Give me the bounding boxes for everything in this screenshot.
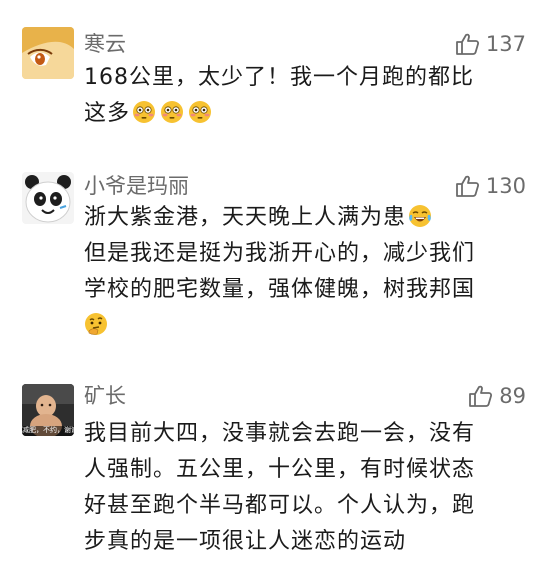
comment-line: 这多 [84, 101, 131, 126]
avatar[interactable] [22, 172, 74, 224]
comment-line: 浙大紫金港，天天晚上人满为患 [84, 205, 407, 230]
comment-line-with-emoji: 这多 [84, 96, 534, 132]
thumbs-up-icon [456, 175, 479, 197]
flushed-face-icon [133, 101, 156, 123]
avatar-caption: 减肥，不约，谢谢 [22, 426, 74, 434]
anime-avatar-icon [22, 27, 74, 79]
avatar[interactable] [22, 27, 74, 79]
flushed-face-icon [161, 101, 184, 123]
comment-item: 寒云 137 168公里，太少了！我一个月跑的都比 这多 [0, 0, 550, 150]
like-count: 89 [499, 384, 526, 408]
comment-line: 168公里，太少了！我一个月跑的都比 [84, 65, 474, 90]
like-button[interactable]: 89 [467, 382, 526, 410]
comment-line-emoji [84, 308, 534, 344]
comment-text: 浙大紫金港，天天晚上人满为患 但是我还是挺为我浙开心的，减少我们 学校的肥宅数量… [84, 200, 534, 344]
panda-avatar-icon [22, 172, 74, 224]
thumbs-up-icon [456, 33, 479, 55]
like-count: 137 [485, 32, 526, 56]
comment-line: 我目前大四，没事就会去跑一会，没有 [84, 421, 476, 446]
thumbs-up-icon [469, 385, 493, 407]
comment-text: 168公里，太少了！我一个月跑的都比 这多 [84, 60, 534, 132]
flushed-face-icon [189, 101, 212, 123]
comment-line: 学校的肥宅数量，强体健魄，树我邦国 [84, 277, 476, 302]
comment-item: 减肥，不约，谢谢 矿长 89 我目前大四，没事就会去跑一会，没有 人强制。五公里… [0, 360, 550, 568]
comment-line: 好甚至跑个半马都可以。个人认为，跑 [84, 493, 476, 518]
comment-line: 步真的是一项很让人迷恋的运动 [84, 529, 407, 554]
comment-text: 我目前大四，没事就会去跑一会，没有 人强制。五公里，十公里，有时候状态 好甚至跑… [84, 416, 534, 560]
tears-of-joy-icon [409, 205, 432, 227]
comment-username[interactable]: 矿长 [84, 382, 126, 410]
comment-line: 但是我还是挺为我浙开心的，减少我们 [84, 241, 476, 266]
comment-line-with-emoji: 浙大紫金港，天天晚上人满为患 [84, 200, 534, 236]
thinking-face-icon [85, 313, 107, 335]
avatar[interactable]: 减肥，不约，谢谢 [22, 384, 74, 436]
comment-line: 人强制。五公里，十公里，有时候状态 [84, 457, 476, 482]
comment-username[interactable]: 寒云 [84, 30, 126, 58]
comment-username[interactable]: 小爷是玛丽 [84, 172, 189, 200]
like-count: 130 [485, 174, 526, 198]
like-button[interactable]: 137 [454, 30, 526, 58]
comment-item: 小爷是玛丽 130 浙大紫金港，天天晚上人满为患 但是我还是挺为我浙开心的，减少… [0, 150, 550, 360]
like-button[interactable]: 130 [454, 172, 526, 200]
